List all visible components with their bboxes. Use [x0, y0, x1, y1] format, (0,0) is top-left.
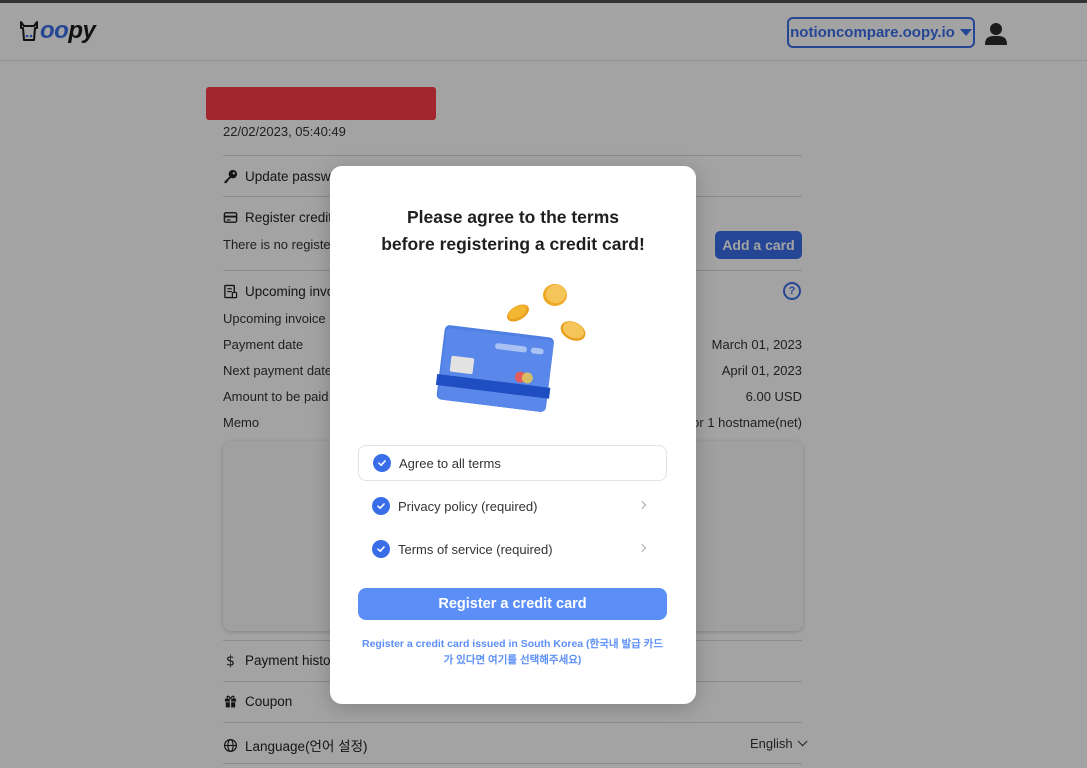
terms-of-service-checkbox[interactable]: Terms of service (required) — [358, 531, 667, 567]
terms-agreement-modal: Please agree to the terms before registe… — [330, 166, 696, 704]
coin-illustration — [543, 284, 567, 306]
modal-title-line2: before registering a credit card! — [381, 234, 645, 254]
check-circle-icon — [373, 454, 391, 472]
agree-all-terms-checkbox[interactable]: Agree to all terms — [358, 445, 667, 481]
korean-card-link-line2: 가 있다면 여기를 선택해주세요) — [443, 654, 582, 666]
register-credit-card-button[interactable]: Register a credit card — [358, 588, 667, 620]
check-circle-icon — [372, 497, 390, 515]
terms-of-service-label: Terms of service (required) — [398, 541, 553, 557]
credit-card-graphic — [435, 325, 554, 412]
modal-title-line1: Please agree to the terms — [406, 207, 620, 227]
privacy-policy-label: Privacy policy (required) — [398, 498, 538, 514]
korean-card-link-line1: Register a credit card issued in South K… — [361, 638, 663, 650]
check-circle-icon — [372, 540, 390, 558]
coin-illustration — [560, 321, 586, 341]
modal-title: Please agree to the terms before registe… — [330, 204, 696, 258]
chevron-right-icon[interactable] — [637, 543, 647, 553]
chevron-right-icon[interactable] — [637, 500, 647, 510]
credit-card-coins-illustration — [435, 284, 586, 412]
coin-illustration — [507, 304, 529, 322]
window-top-bar — [0, 0, 1087, 3]
korean-card-link[interactable]: Register a credit card issued in South K… — [358, 636, 667, 668]
agree-all-terms-label: Agree to all terms — [399, 455, 501, 471]
privacy-policy-checkbox[interactable]: Privacy policy (required) — [358, 488, 667, 524]
